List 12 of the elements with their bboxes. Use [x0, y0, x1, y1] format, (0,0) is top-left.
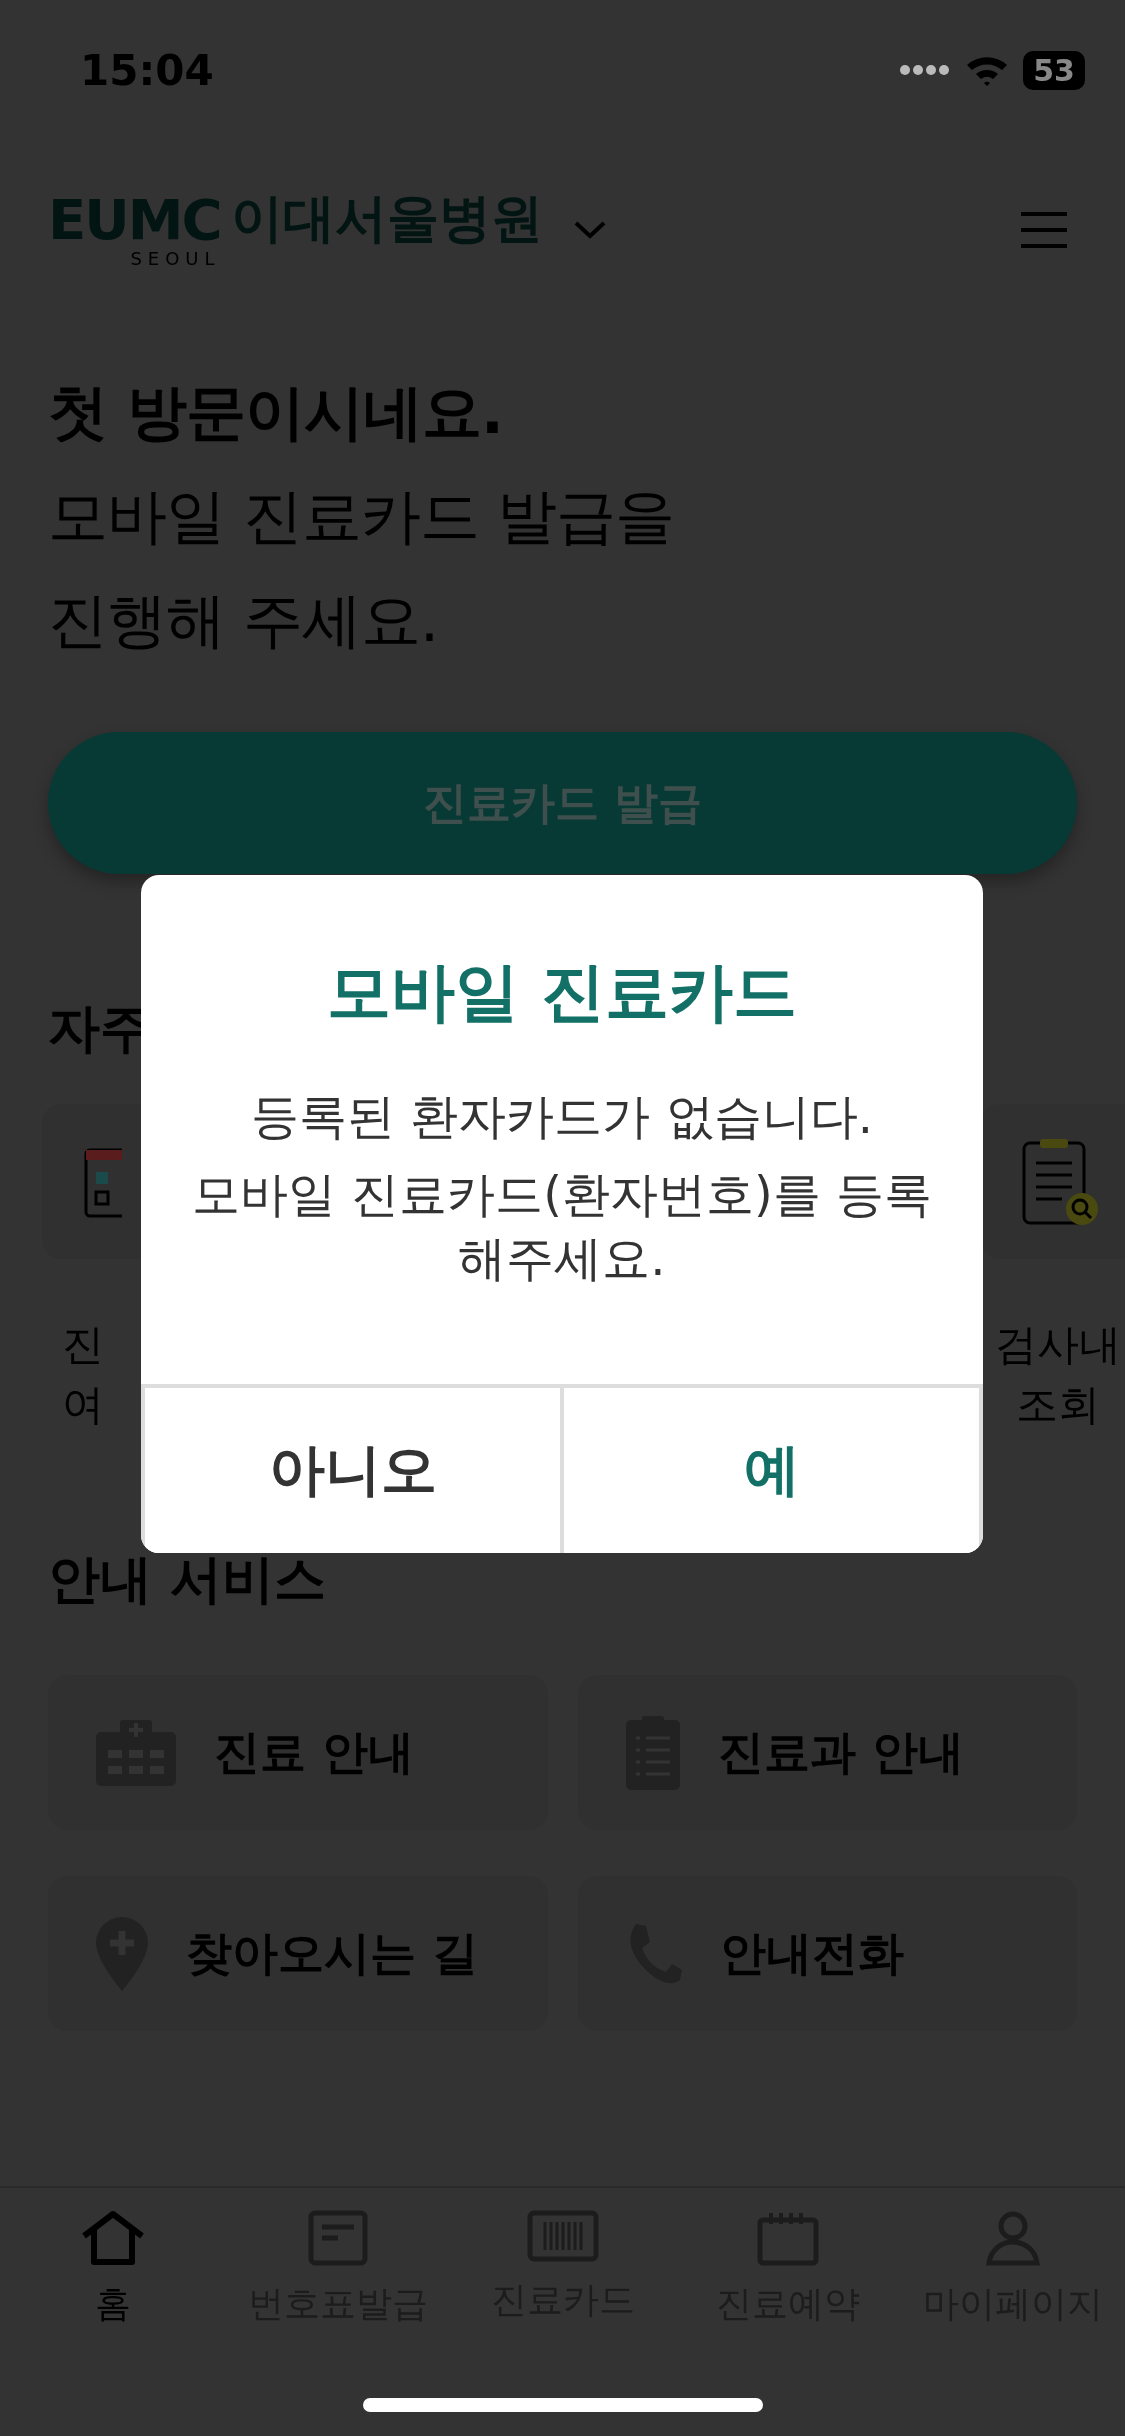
menu-icon[interactable] [1019, 211, 1069, 249]
person-icon [984, 2210, 1041, 2266]
cancel-button[interactable]: 아니오 [145, 1388, 560, 1553]
dialog-message: 등록된 환자카드가 없습니다. [250, 1087, 874, 1146]
calendar-icon [756, 2210, 819, 2266]
signal-icon [899, 64, 952, 76]
chevron-down-icon[interactable] [572, 219, 607, 241]
confirm-button[interactable]: 예 [564, 1388, 979, 1553]
battery-level: 53 [1023, 50, 1085, 90]
dialog-message: 모바일 진료카드(환자번호)를 등록해주세요. [191, 1165, 933, 1288]
dialog-title: 모바일 진료카드 [325, 960, 799, 1024]
home-icon [79, 2210, 146, 2266]
